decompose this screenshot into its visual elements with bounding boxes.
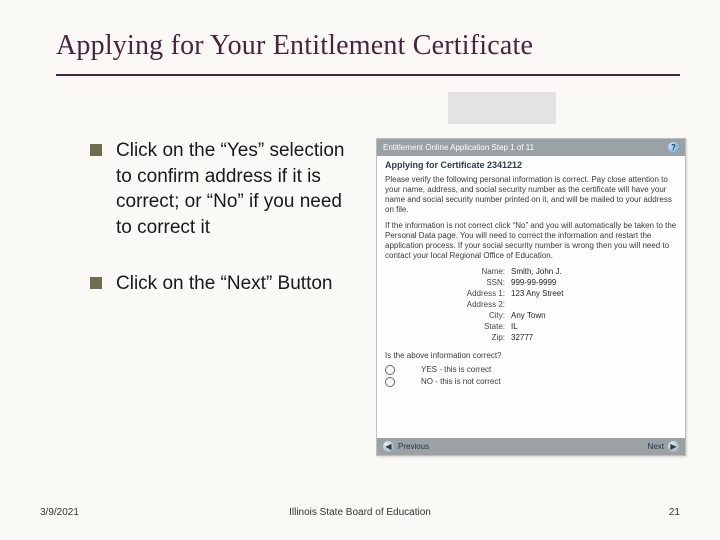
row-value: 123 Any Street — [511, 289, 677, 299]
row-value: Any Town — [511, 311, 677, 321]
radio-icon — [385, 365, 395, 375]
radio-label: YES - this is correct — [421, 365, 491, 375]
panel-header: Entitlement Online Application Step 1 of… — [377, 139, 685, 156]
row-label: State: — [385, 322, 511, 332]
table-row: SSN: 999-99-9999 — [385, 278, 677, 288]
radio-option-yes[interactable]: YES - this is correct — [385, 365, 677, 375]
row-value: 32777 — [511, 333, 677, 343]
radio-label: NO - this is not correct — [421, 377, 501, 387]
panel-subtitle: Applying for Certificate 2341212 — [385, 160, 677, 171]
table-row: Zip: 32777 — [385, 333, 677, 343]
table-row: Name: Smith, John J. — [385, 267, 677, 277]
table-row: Address 1: 123 Any Street — [385, 289, 677, 299]
decorative-shadow — [448, 92, 556, 124]
bullet-text: Click on the “Yes” selection to confirm … — [116, 140, 344, 238]
bullet-item: Click on the “Yes” selection to confirm … — [90, 138, 350, 241]
row-label: Address 1: — [385, 289, 511, 299]
row-label: City: — [385, 311, 511, 321]
row-label: Zip: — [385, 333, 511, 343]
row-label: Address 2: — [385, 300, 511, 310]
table-row: City: Any Town — [385, 311, 677, 321]
row-value: 999-99-9999 — [511, 278, 677, 288]
confirmation-question: Is the above information correct? — [385, 351, 677, 361]
panel-footer: ◀ Previous Next ▶ — [377, 438, 685, 455]
bullet-text: Click on the “Next” Button — [116, 273, 332, 294]
row-label: Name: — [385, 267, 511, 277]
panel-content: Applying for Certificate 2341212 Please … — [377, 156, 685, 387]
arrow-right-icon: ▶ — [668, 441, 679, 452]
next-label: Next — [648, 442, 664, 452]
footer-center: Illinois State Board of Education — [40, 507, 680, 518]
table-row: Address 2: — [385, 300, 677, 310]
slide: Applying for Your Entitlement Certificat… — [0, 0, 720, 540]
previous-label: Previous — [398, 442, 429, 452]
help-icon[interactable]: ? — [668, 142, 679, 153]
arrow-left-icon: ◀ — [383, 441, 394, 452]
row-value: Smith, John J. — [511, 267, 677, 277]
slide-footer: 3/9/2021 Illinois State Board of Educati… — [40, 507, 680, 518]
table-row: State: IL — [385, 322, 677, 332]
application-panel: Entitlement Online Application Step 1 of… — [376, 138, 686, 456]
radio-icon — [385, 377, 395, 387]
radio-option-no[interactable]: NO - this is not correct — [385, 377, 677, 387]
row-value — [511, 300, 677, 310]
title-rule — [56, 74, 680, 76]
row-label: SSN: — [385, 278, 511, 288]
row-value: IL — [511, 322, 677, 332]
bullets-column: Click on the “Yes” selection to confirm … — [90, 138, 350, 326]
previous-button[interactable]: ◀ Previous — [383, 441, 429, 452]
panel-paragraph: Please verify the following personal inf… — [385, 175, 677, 215]
bullet-item: Click on the “Next” Button — [90, 271, 350, 297]
next-button[interactable]: Next ▶ — [648, 441, 679, 452]
panel-paragraph: If the information is not correct click … — [385, 221, 677, 261]
panel-header-text: Entitlement Online Application Step 1 of… — [383, 143, 534, 153]
slide-title: Applying for Your Entitlement Certificat… — [56, 30, 680, 62]
info-table: Name: Smith, John J. SSN: 999-99-9999 Ad… — [385, 267, 677, 343]
